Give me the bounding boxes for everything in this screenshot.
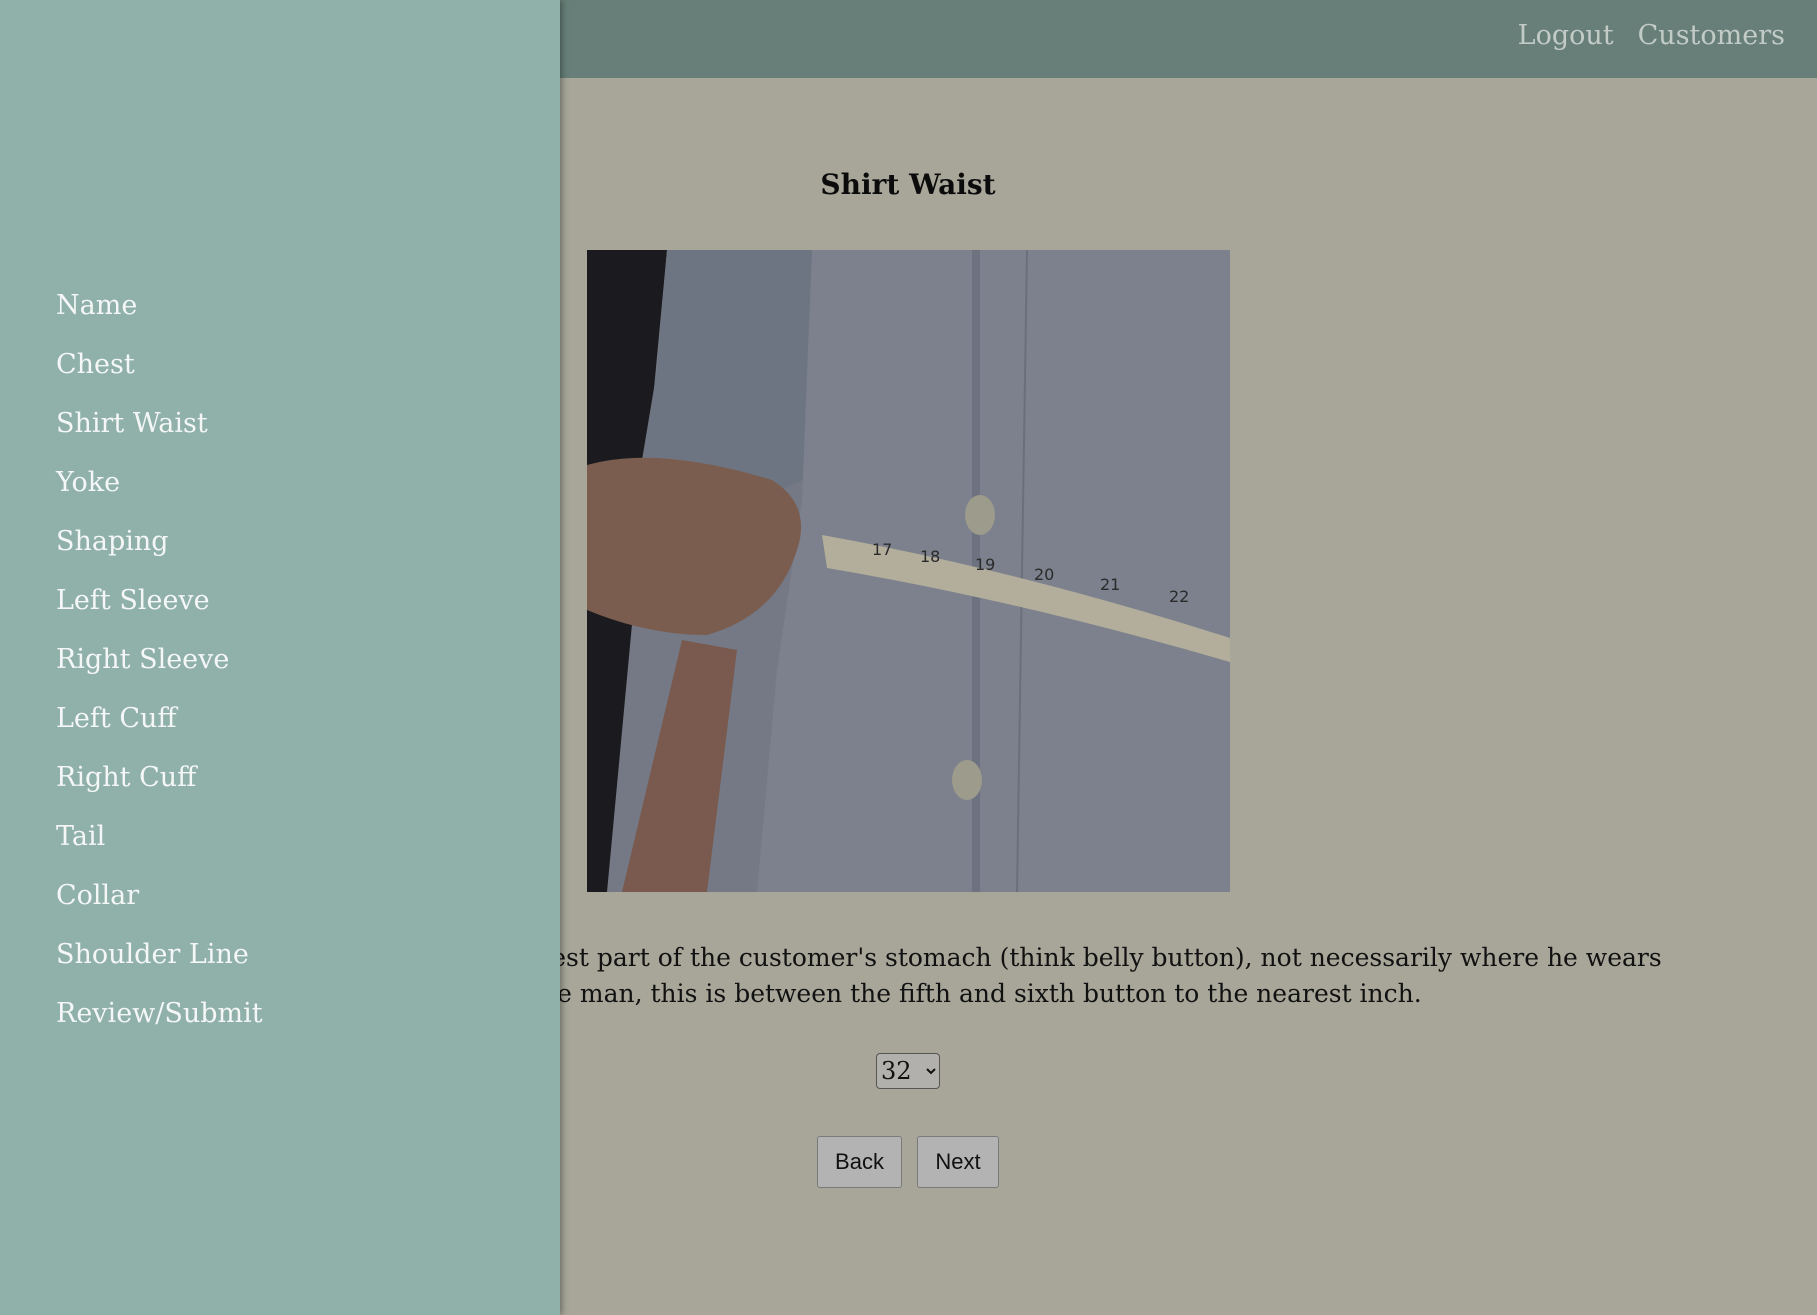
tape-number: 17 [872, 540, 892, 559]
sidebar-item-shoulder-line[interactable]: Shoulder Line [56, 935, 263, 994]
sidebar-item-left-cuff[interactable]: Left Cuff [56, 699, 263, 758]
sidebar: Name Chest Shirt Waist Yoke Shaping Left… [0, 0, 560, 1315]
tape-number: 22 [1169, 587, 1189, 606]
sidebar-list: Name Chest Shirt Waist Yoke Shaping Left… [56, 286, 263, 1053]
sidebar-item-shaping[interactable]: Shaping [56, 522, 263, 581]
sidebar-item-chest[interactable]: Chest [56, 345, 263, 404]
measurement-select[interactable]: 32 [876, 1053, 940, 1089]
back-button[interactable]: Back [817, 1136, 902, 1188]
waist-measurement-image: 17 18 19 20 21 22 [587, 250, 1230, 892]
next-button[interactable]: Next [917, 1136, 999, 1188]
sidebar-item-right-sleeve[interactable]: Right Sleeve [56, 640, 263, 699]
sidebar-item-right-cuff[interactable]: Right Cuff [56, 758, 263, 817]
sidebar-item-name[interactable]: Name [56, 286, 263, 345]
tape-number: 18 [920, 547, 940, 566]
tape-number: 20 [1034, 565, 1054, 584]
measurement-photo: 17 18 19 20 21 22 [587, 250, 1230, 892]
sidebar-item-left-sleeve[interactable]: Left Sleeve [56, 581, 263, 640]
sidebar-item-collar[interactable]: Collar [56, 876, 263, 935]
page-title: Shirt Waist [820, 168, 996, 201]
sidebar-item-yoke[interactable]: Yoke [56, 463, 263, 522]
logout-link[interactable]: Logout [1518, 20, 1614, 51]
customers-link[interactable]: Customers [1638, 20, 1785, 51]
sidebar-item-tail[interactable]: Tail [56, 817, 263, 876]
tape-number: 21 [1100, 575, 1120, 594]
tape-number: 19 [975, 555, 995, 574]
sidebar-item-shirt-waist[interactable]: Shirt Waist [56, 404, 263, 463]
top-nav: Logout Customers [1518, 20, 1785, 51]
sidebar-item-review-submit[interactable]: Review/Submit [56, 994, 263, 1053]
